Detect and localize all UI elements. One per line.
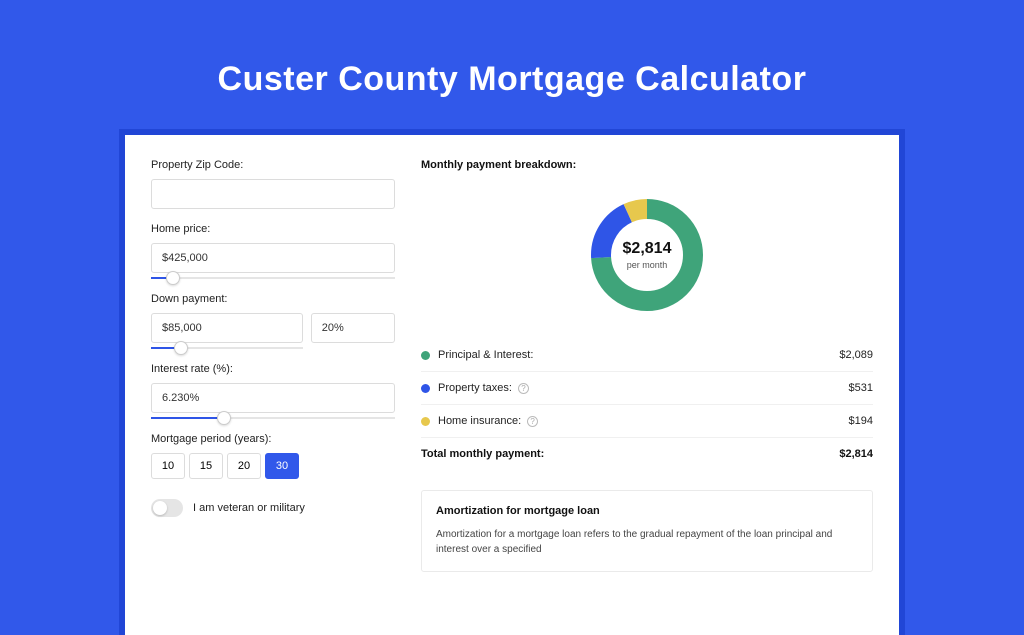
interest-rate-field: Interest rate (%): <box>151 363 395 419</box>
donut-wrap: $2,814 per month <box>421 181 873 339</box>
veteran-row: I am veteran or military <box>151 499 395 517</box>
item-taxes-value: $531 <box>849 382 873 394</box>
item-insurance: Home insurance: ? $194 <box>421 404 873 437</box>
donut-value: $2,814 <box>623 240 672 258</box>
amortization-body: Amortization for a mortgage loan refers … <box>436 527 858 557</box>
home-price-field: Home price: <box>151 223 395 279</box>
item-principal: Principal & Interest: $2,089 <box>421 339 873 371</box>
item-total-value: $2,814 <box>839 448 873 460</box>
amortization-heading: Amortization for mortgage loan <box>436 505 858 517</box>
down-payment-label: Down payment: <box>151 293 395 305</box>
page-title: Custer County Mortgage Calculator <box>0 60 1024 99</box>
item-total-label: Total monthly payment: <box>421 448 544 460</box>
period-15-button[interactable]: 15 <box>189 453 223 479</box>
period-30-button[interactable]: 30 <box>265 453 299 479</box>
item-insurance-label: Home insurance: <box>438 415 521 427</box>
item-principal-label: Principal & Interest: <box>438 349 533 361</box>
dot-taxes-icon <box>421 384 430 393</box>
dot-principal-icon <box>421 351 430 360</box>
info-insurance-icon[interactable]: ? <box>527 416 538 427</box>
down-payment-slider[interactable] <box>151 347 303 349</box>
interest-rate-slider[interactable] <box>151 417 395 419</box>
donut-sub: per month <box>623 260 672 270</box>
item-insurance-value: $194 <box>849 415 873 427</box>
breakdown-column: Monthly payment breakdown: $2,814 per mo… <box>421 159 873 611</box>
period-button-group: 10 15 20 30 <box>151 453 395 479</box>
donut-center: $2,814 per month <box>623 240 672 270</box>
period-label: Mortgage period (years): <box>151 433 395 445</box>
calculator-panel: Property Zip Code: Home price: Down paym… <box>125 135 899 635</box>
amortization-section: Amortization for mortgage loan Amortizat… <box>421 490 873 572</box>
donut-chart: $2,814 per month <box>587 195 707 315</box>
interest-rate-label: Interest rate (%): <box>151 363 395 375</box>
period-10-button[interactable]: 10 <box>151 453 185 479</box>
item-taxes-label: Property taxes: <box>438 382 512 394</box>
down-payment-pct-input[interactable] <box>311 313 395 343</box>
form-column: Property Zip Code: Home price: Down paym… <box>151 159 395 611</box>
zip-label: Property Zip Code: <box>151 159 395 171</box>
period-field: Mortgage period (years): 10 15 20 30 <box>151 433 395 479</box>
down-payment-amount-input[interactable] <box>151 313 303 343</box>
veteran-toggle[interactable] <box>151 499 183 517</box>
info-taxes-icon[interactable]: ? <box>518 383 529 394</box>
home-price-slider[interactable] <box>151 277 395 279</box>
home-price-input[interactable] <box>151 243 395 273</box>
panel-shadow: Property Zip Code: Home price: Down paym… <box>119 129 905 635</box>
dot-insurance-icon <box>421 417 430 426</box>
home-price-label: Home price: <box>151 223 395 235</box>
item-taxes: Property taxes: ? $531 <box>421 371 873 404</box>
veteran-label: I am veteran or military <box>193 502 305 514</box>
item-principal-value: $2,089 <box>839 349 873 361</box>
period-20-button[interactable]: 20 <box>227 453 261 479</box>
zip-field: Property Zip Code: <box>151 159 395 209</box>
breakdown-heading: Monthly payment breakdown: <box>421 159 873 171</box>
breakdown-list: Principal & Interest: $2,089 Property ta… <box>421 339 873 470</box>
item-total: Total monthly payment: $2,814 <box>421 437 873 470</box>
hero: Custer County Mortgage Calculator <box>0 0 1024 99</box>
down-payment-field: Down payment: <box>151 293 395 349</box>
zip-input[interactable] <box>151 179 395 209</box>
interest-rate-input[interactable] <box>151 383 395 413</box>
